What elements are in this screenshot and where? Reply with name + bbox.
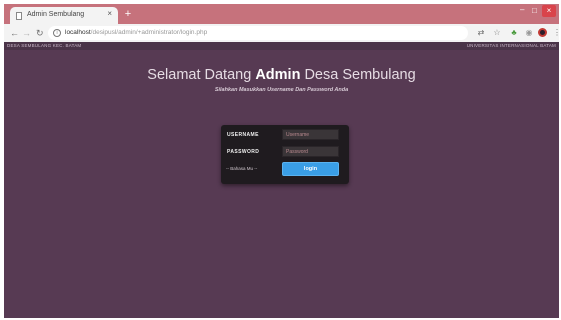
page-title: Selamat Datang Admin Desa Sembulang bbox=[4, 67, 559, 83]
tab-title: Admin Sembulang bbox=[27, 11, 85, 18]
maximize-button[interactable]: □ bbox=[532, 7, 537, 15]
back-arrow-icon[interactable]: ← bbox=[10, 27, 19, 39]
page-icon bbox=[16, 12, 22, 20]
bookmark-star-icon[interactable]: ☆ bbox=[492, 28, 502, 38]
forward-arrow-icon[interactable]: → bbox=[22, 27, 31, 39]
tab-strip: Admin Sembulang × + – □ × bbox=[4, 4, 559, 24]
welcome-bold: Admin bbox=[255, 67, 301, 83]
username-label: USERNAME bbox=[227, 132, 259, 138]
password-input[interactable] bbox=[282, 146, 339, 157]
username-input[interactable] bbox=[282, 129, 339, 140]
page-subtitle: Silahkan Masukkan Username Dan Password … bbox=[214, 87, 349, 93]
language-select[interactable]: -- Bahasa Mu -- bbox=[226, 164, 270, 174]
info-icon[interactable]: i bbox=[53, 29, 61, 37]
extension-icon[interactable]: ♣ bbox=[509, 28, 519, 38]
close-window-button[interactable]: × bbox=[542, 5, 556, 17]
menu-dots-icon[interactable]: ⋮ bbox=[552, 28, 559, 38]
welcome-suffix: Desa Sembulang bbox=[300, 67, 416, 83]
extension-icon-2[interactable]: ◉ bbox=[524, 28, 534, 38]
browser-toolbar: ← → ↻ i localhost/desipusl/admin/+admini… bbox=[4, 24, 559, 42]
password-label: PASSWORD bbox=[227, 149, 260, 155]
url-host: localhost bbox=[65, 29, 91, 36]
new-tab-button[interactable]: + bbox=[122, 8, 134, 20]
translate-icon[interactable]: ⇄ bbox=[476, 28, 486, 38]
profile-avatar-icon[interactable] bbox=[538, 28, 547, 37]
site-strip-right-text: UNIVERSITAS INTERNASIONAL BATAM bbox=[466, 43, 556, 48]
address-bar[interactable]: i localhost/desipusl/admin/+administrato… bbox=[48, 26, 468, 40]
login-form: USERNAME PASSWORD -- Bahasa Mu -- login bbox=[221, 125, 349, 184]
tab-close-icon[interactable]: × bbox=[107, 10, 112, 18]
welcome-prefix: Selamat Datang bbox=[147, 67, 256, 83]
minimize-button[interactable]: – bbox=[520, 6, 524, 14]
login-page: Selamat Datang Admin Desa Sembulang Sila… bbox=[4, 50, 559, 318]
browser-window: Admin Sembulang × + – □ × ← → ↻ i localh… bbox=[4, 4, 559, 318]
browser-tab[interactable]: Admin Sembulang × bbox=[10, 7, 118, 24]
site-top-strip: DESA SEMBULANG KEC. BATAM UNIVERSITAS IN… bbox=[4, 42, 559, 50]
url-text: localhost/desipusl/admin/+administrator/… bbox=[65, 29, 207, 36]
login-button[interactable]: login bbox=[282, 162, 339, 176]
url-path: /desipusl/admin/+administrator/login.php bbox=[90, 29, 208, 36]
reload-icon[interactable]: ↻ bbox=[36, 27, 44, 39]
site-strip-left-text: DESA SEMBULANG KEC. BATAM bbox=[7, 43, 82, 48]
